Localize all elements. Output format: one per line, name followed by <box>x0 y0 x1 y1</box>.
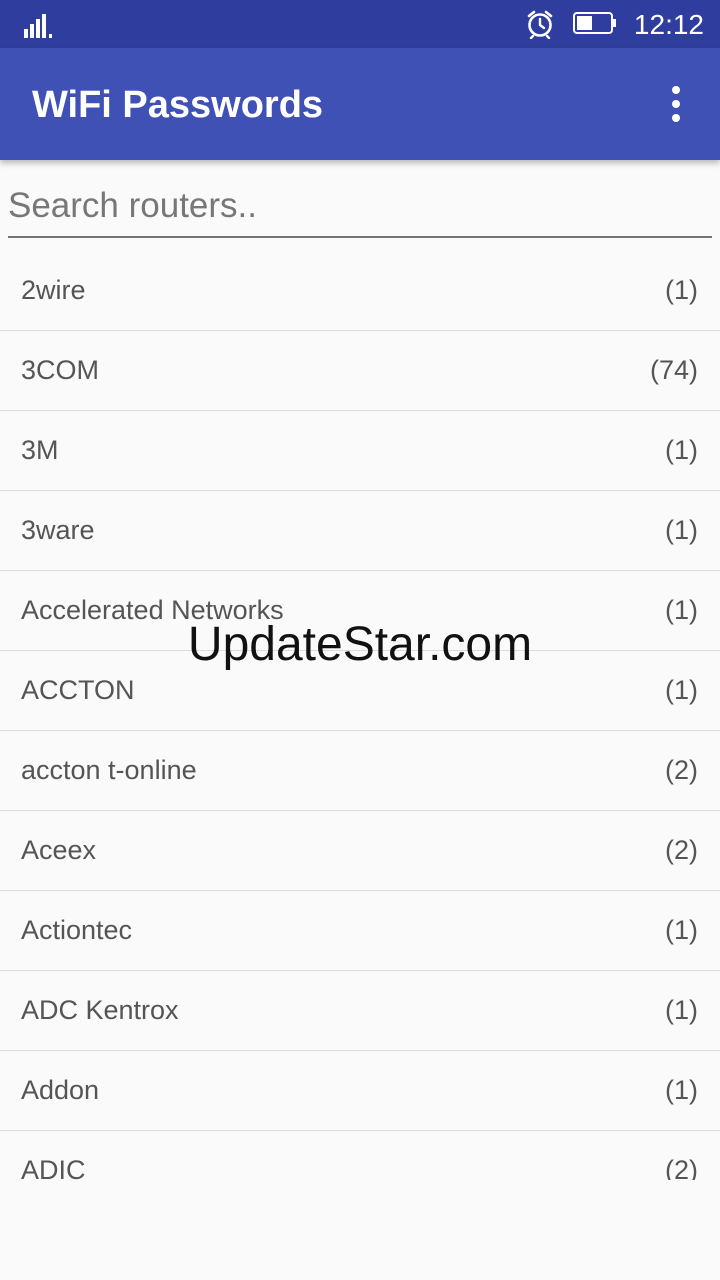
list-item[interactable]: Addon (1) <box>0 1051 720 1131</box>
router-count: (74) <box>649 355 698 385</box>
router-name: Actiontec <box>21 915 133 945</box>
list-item[interactable]: Actiontec (1) <box>0 891 720 971</box>
watermark: UpdateStar.com <box>187 618 533 671</box>
router-count: (2) <box>665 755 698 785</box>
overflow-menu-icon <box>672 86 680 94</box>
router-count: (1) <box>665 675 698 705</box>
overflow-menu-icon-dot <box>672 114 680 122</box>
signal-icon <box>24 12 58 38</box>
router-name: Aceex <box>21 835 97 865</box>
router-name: accton t-online <box>21 755 197 785</box>
list-item[interactable]: ADC Kentrox (1) <box>0 971 720 1051</box>
list-item[interactable]: Aceex (2) <box>0 811 720 891</box>
router-name: 3M <box>21 435 59 465</box>
router-name: 3COM <box>21 355 100 385</box>
router-count: (1) <box>665 915 698 945</box>
alarm-icon <box>527 10 553 39</box>
list-item[interactable]: ADIC (2) <box>0 1131 720 1180</box>
router-count: (1) <box>665 1075 698 1105</box>
list-item[interactable]: accton t-online (2) <box>0 731 720 811</box>
router-count: (2) <box>665 835 698 865</box>
search-field <box>8 180 712 238</box>
battery-icon <box>573 12 616 34</box>
search-input[interactable] <box>8 180 712 232</box>
router-name: ADC Kentrox <box>21 995 179 1025</box>
router-list[interactable]: 2wire (1) 3COM (74) 3M (1) 3ware (1) Acc… <box>0 251 720 1180</box>
overflow-menu-icon-dot <box>672 100 680 108</box>
list-item[interactable]: 3COM (74) <box>0 331 720 411</box>
app-title: WiFi Passwords <box>32 84 324 126</box>
app-bar: WiFi Passwords <box>0 48 720 160</box>
router-count: (1) <box>665 435 698 465</box>
router-name: 2wire <box>21 275 86 305</box>
status-bar: 12:12 <box>0 0 720 48</box>
list-item[interactable]: 2wire (1) <box>0 251 720 331</box>
list-item[interactable]: 3M (1) <box>0 411 720 491</box>
router-count: (1) <box>665 995 698 1025</box>
router-name: ADIC <box>21 1155 86 1180</box>
router-count: (1) <box>665 515 698 545</box>
router-count: (1) <box>665 275 698 305</box>
status-clock: 12:12 <box>633 9 704 40</box>
router-name: ACCTON <box>21 675 135 705</box>
router-name: 3ware <box>21 515 95 545</box>
router-name: Addon <box>21 1075 100 1105</box>
overflow-menu-button[interactable] <box>656 78 696 130</box>
router-count: (2) <box>665 1155 698 1180</box>
list-item[interactable]: 3ware (1) <box>0 491 720 571</box>
